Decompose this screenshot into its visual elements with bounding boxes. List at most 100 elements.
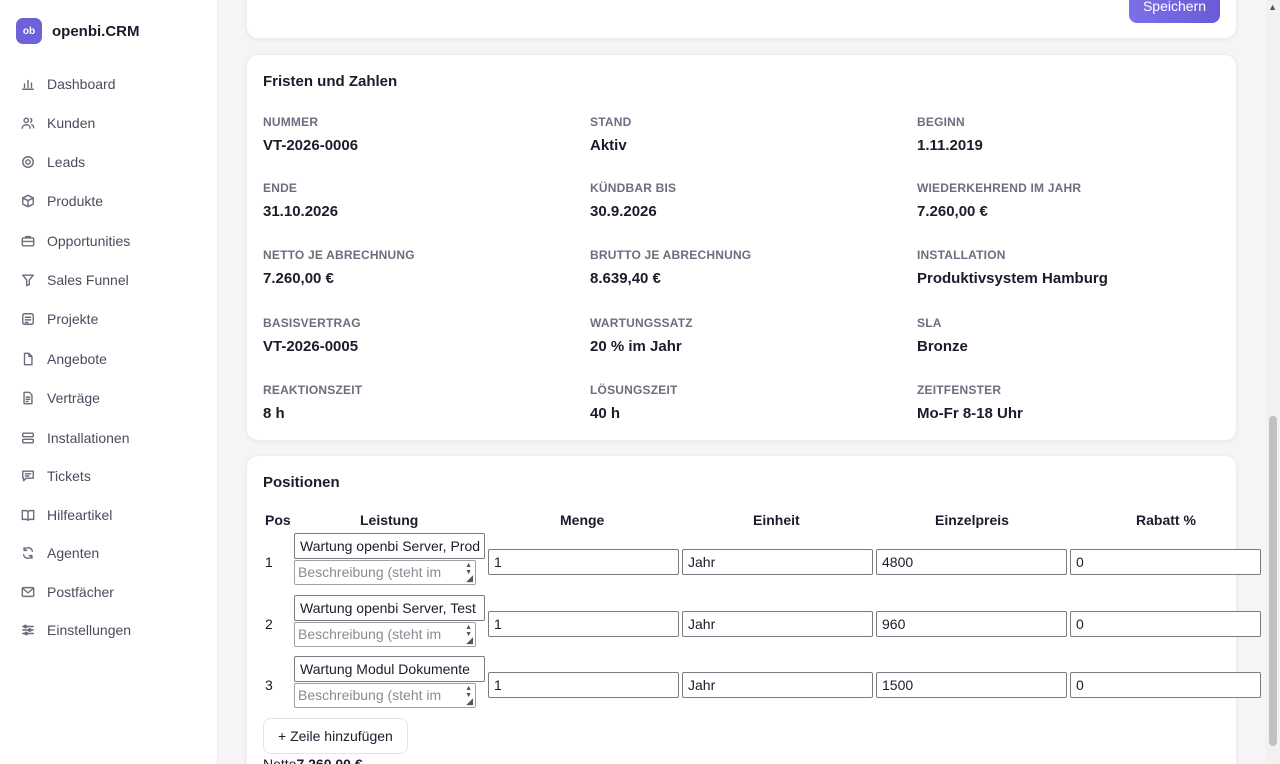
sidebar-item-vertraege[interactable]: Verträge	[20, 386, 100, 410]
sidebar-item-label: Opportunities	[47, 233, 131, 249]
menge-input[interactable]: 1	[488, 549, 679, 575]
refresh-icon	[20, 546, 35, 561]
field-brutto: BRUTTO JE ABRECHNUNG 8.639,40 €	[590, 248, 751, 287]
einheit-input[interactable]: Jahr	[682, 549, 873, 575]
sidebar-item-label: Installationen	[47, 430, 130, 446]
field-label: INSTALLATION	[917, 248, 1006, 262]
field-netto: NETTO JE ABRECHNUNG 7.260,00 €	[263, 248, 415, 287]
briefcase-icon	[20, 234, 35, 249]
brand[interactable]: ob openbi.CRM	[16, 18, 140, 44]
sidebar-item-produkte[interactable]: Produkte	[20, 189, 103, 213]
field-label: WIEDERKEHREND IM JAHR	[917, 181, 1082, 195]
sidebar-item-installationen[interactable]: Installationen	[20, 426, 130, 450]
sidebar-item-label: Sales Funnel	[47, 272, 129, 288]
rabatt-input[interactable]: 0	[1070, 549, 1261, 575]
sidebar-item-label: Angebote	[47, 351, 107, 367]
field-installation: INSTALLATION Produktivsystem Hamburg	[917, 248, 1108, 287]
einzelpreis-input[interactable]: 4800	[876, 549, 1067, 575]
sidebar-item-label: Dashboard	[47, 76, 116, 92]
field-loesungszeit: LÖSUNGSZEIT 40 h	[590, 383, 678, 422]
target-icon	[20, 155, 35, 170]
sidebar-item-hilfeartikel[interactable]: Hilfeartikel	[20, 503, 112, 527]
row-pos: 3	[265, 677, 273, 693]
section-title: Fristen und Zahlen	[263, 73, 398, 90]
header-card: Speichern	[246, 0, 1237, 39]
sidebar-item-kunden[interactable]: Kunden	[20, 111, 95, 135]
field-value: 8 h	[263, 405, 285, 422]
field-label: WARTUNGSSATZ	[590, 316, 693, 330]
einheit-input[interactable]: Jahr	[682, 611, 873, 637]
sidebar-item-projekte[interactable]: Projekte	[20, 307, 98, 331]
einzelpreis-input[interactable]: 1500	[876, 672, 1067, 698]
field-basisvertrag: BASISVERTRAG VT-2026-0005	[263, 316, 361, 355]
beschreibung-textarea[interactable]: Beschreibung (steht im ▲ ▼ ◢	[294, 560, 476, 585]
sidebar-item-sales-funnel[interactable]: Sales Funnel	[20, 268, 129, 292]
fristen-card: Fristen und Zahlen NUMMER VT-2026-0006 S…	[246, 54, 1237, 441]
einzelpreis-input[interactable]: 960	[876, 611, 1067, 637]
column-header-einheit: Einheit	[753, 512, 800, 528]
bar-chart-icon	[20, 77, 35, 92]
column-header-einzelpreis: Einzelpreis	[935, 512, 1009, 528]
save-button[interactable]: Speichern	[1128, 0, 1220, 23]
leistung-input[interactable]: Wartung openbi Server, Prod	[294, 533, 485, 559]
users-icon	[20, 116, 35, 131]
field-label: STAND	[590, 115, 632, 129]
field-value: 30.9.2026	[590, 203, 657, 220]
field-value: Produktivsystem Hamburg	[917, 270, 1108, 287]
column-header-rabatt: Rabatt %	[1136, 512, 1196, 528]
field-label: KÜNDBAR BIS	[590, 181, 677, 195]
funnel-icon	[20, 273, 35, 288]
sidebar-item-label: Produkte	[47, 193, 104, 209]
resize-handle-icon[interactable]: ◢	[466, 574, 473, 583]
field-value: VT-2026-0006	[263, 137, 359, 154]
field-value: Mo-Fr 8-18 Uhr	[917, 405, 1023, 422]
file-icon	[20, 352, 35, 367]
beschreibung-textarea[interactable]: Beschreibung (steht im ▲ ▼ ◢	[294, 683, 476, 708]
add-row-button[interactable]: + Zeile hinzufügen	[263, 718, 408, 754]
einheit-input[interactable]: Jahr	[682, 672, 873, 698]
resize-handle-icon[interactable]: ◢	[466, 636, 473, 645]
field-label: SLA	[917, 316, 942, 330]
field-value: 40 h	[590, 405, 621, 422]
contract-icon	[20, 391, 35, 406]
menge-input[interactable]: 1	[488, 611, 679, 637]
sidebar-item-label: Leads	[47, 154, 86, 170]
column-header-leistung: Leistung	[360, 512, 419, 528]
sidebar-item-label: Verträge	[47, 390, 100, 406]
sidebar-item-tickets[interactable]: Tickets	[20, 464, 91, 488]
beschreibung-textarea[interactable]: Beschreibung (steht im ▲ ▼ ◢	[294, 622, 476, 647]
scrollbar-thumb[interactable]	[1269, 416, 1277, 746]
sidebar-item-leads[interactable]: Leads	[20, 150, 85, 174]
book-icon	[20, 508, 35, 523]
field-beginn: BEGINN 1.11.2019	[917, 115, 983, 154]
beschreibung-placeholder: Beschreibung (steht im	[298, 687, 442, 703]
sidebar-item-label: Postfächer	[47, 584, 114, 600]
sidebar-item-postfaecher[interactable]: Postfächer	[20, 580, 114, 604]
sidebar-item-angebote[interactable]: Angebote	[20, 347, 107, 371]
field-label: ENDE	[263, 181, 298, 195]
field-nummer: NUMMER VT-2026-0006	[263, 115, 358, 154]
sidebar-item-dashboard[interactable]: Dashboard	[20, 72, 116, 96]
column-header-menge: Menge	[560, 512, 605, 528]
rabatt-input[interactable]: 0	[1070, 611, 1261, 637]
leistung-input[interactable]: Wartung Modul Dokumente	[294, 656, 485, 682]
sidebar-item-label: Projekte	[47, 311, 99, 327]
rabatt-input[interactable]: 0	[1070, 672, 1261, 698]
scrollbar[interactable]: ▲	[1266, 0, 1280, 764]
positionen-card: Positionen Pos Leistung Menge Einheit Ei…	[246, 455, 1261, 764]
sliders-icon	[20, 623, 35, 638]
field-label: LÖSUNGSZEIT	[590, 383, 678, 397]
menge-input[interactable]: 1	[488, 672, 679, 698]
mail-icon	[20, 585, 35, 600]
sidebar-item-opportunities[interactable]: Opportunities	[20, 229, 130, 253]
field-ende: ENDE 31.10.2026	[263, 181, 338, 220]
leistung-input[interactable]: Wartung openbi Server, Test	[294, 595, 485, 621]
sidebar-item-label: Tickets	[47, 468, 91, 484]
resize-handle-icon[interactable]: ◢	[466, 697, 473, 706]
sidebar-item-einstellungen[interactable]: Einstellungen	[20, 618, 131, 642]
sidebar-item-agenten[interactable]: Agenten	[20, 541, 99, 565]
field-value: 31.10.2026	[263, 203, 339, 220]
box-icon	[20, 194, 35, 209]
field-label: NETTO JE ABRECHNUNG	[263, 248, 415, 262]
scroll-up-icon[interactable]: ▲	[1268, 2, 1277, 12]
